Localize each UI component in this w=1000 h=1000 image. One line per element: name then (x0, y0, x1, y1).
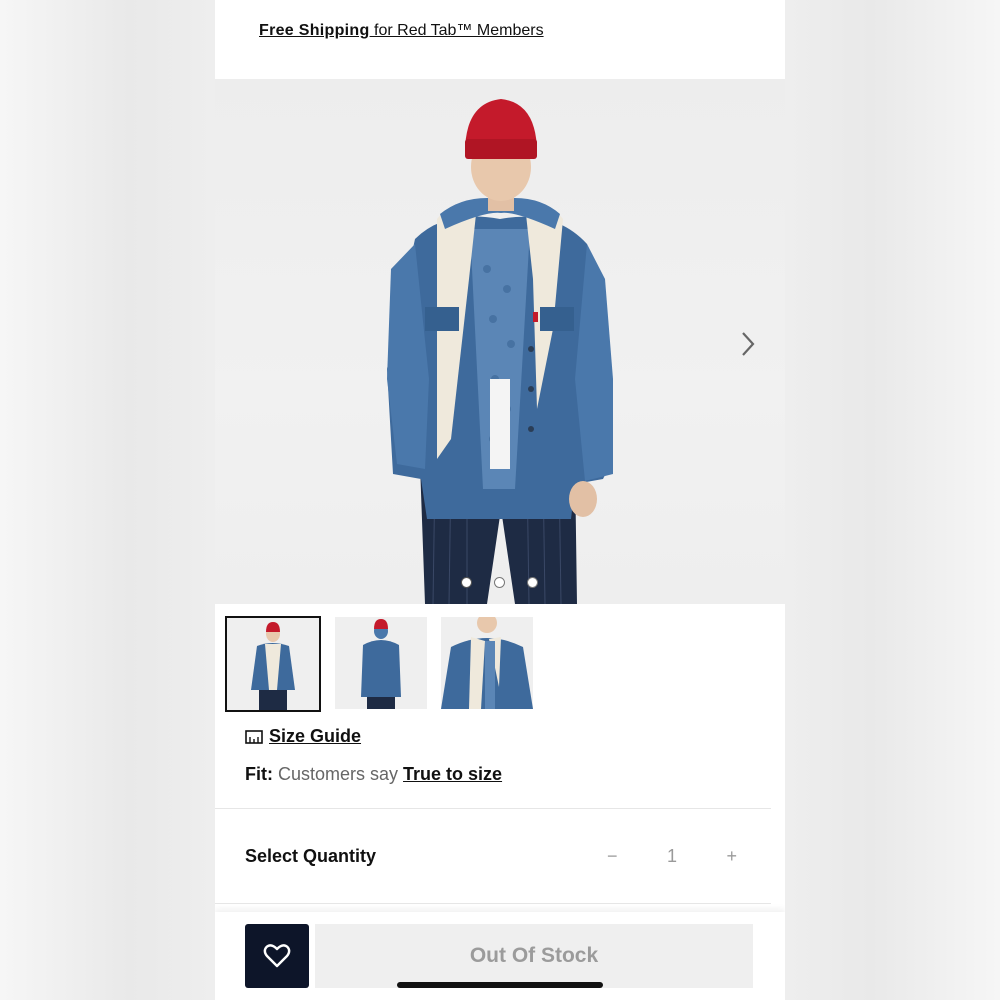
fit-info: Fit: Customers say True to size (245, 764, 502, 785)
background-left (0, 0, 215, 1000)
thumbnail-image (441, 617, 533, 709)
size-guide-link[interactable]: Size Guide (245, 726, 361, 747)
carousel-dot[interactable] (527, 577, 538, 588)
quantity-decrement-button[interactable]: − (607, 846, 618, 867)
ruler-icon (245, 729, 263, 744)
thumbnail-back[interactable] (335, 617, 427, 709)
quantity-stepper: − 1 + (607, 846, 737, 867)
thumbnail-front[interactable] (225, 616, 321, 712)
divider (215, 903, 771, 904)
home-indicator[interactable] (397, 982, 603, 988)
carousel-dots (461, 577, 538, 588)
fit-key: Fit: (245, 764, 273, 784)
purchase-bar: Out Of Stock (215, 912, 785, 1000)
next-image-arrow[interactable] (733, 329, 763, 359)
quantity-label: Select Quantity (245, 846, 377, 866)
product-page: Free Shipping for Red Tab™ Members Size … (215, 0, 785, 1000)
out-of-stock-button[interactable]: Out Of Stock (315, 924, 753, 988)
product-hero-image[interactable] (215, 79, 785, 604)
wishlist-button[interactable] (245, 924, 309, 988)
carousel-dot[interactable] (461, 577, 472, 588)
quantity-increment-button[interactable]: + (726, 846, 737, 867)
thumbnail-image (227, 618, 319, 710)
divider (215, 808, 771, 809)
size-guide-label: Size Guide (269, 726, 362, 746)
thumbnail-strip (225, 616, 533, 712)
promo-banner[interactable]: Free Shipping for Red Tab™ Members (259, 22, 544, 40)
quantity-value: 1 (666, 846, 677, 866)
carousel-dot[interactable] (494, 577, 505, 588)
thumbnail-image (335, 617, 427, 709)
promo-rest: for Red Tab™ Members (369, 22, 544, 39)
heart-icon (263, 944, 291, 968)
background-right (785, 0, 1000, 1000)
fit-text: Customers say (272, 764, 404, 784)
fit-link[interactable]: True to size (403, 764, 502, 784)
promo-bold: Free Shipping (259, 22, 370, 39)
model-image (387, 99, 613, 604)
chevron-right-icon (742, 332, 755, 356)
thumbnail-closeup[interactable] (441, 617, 533, 709)
